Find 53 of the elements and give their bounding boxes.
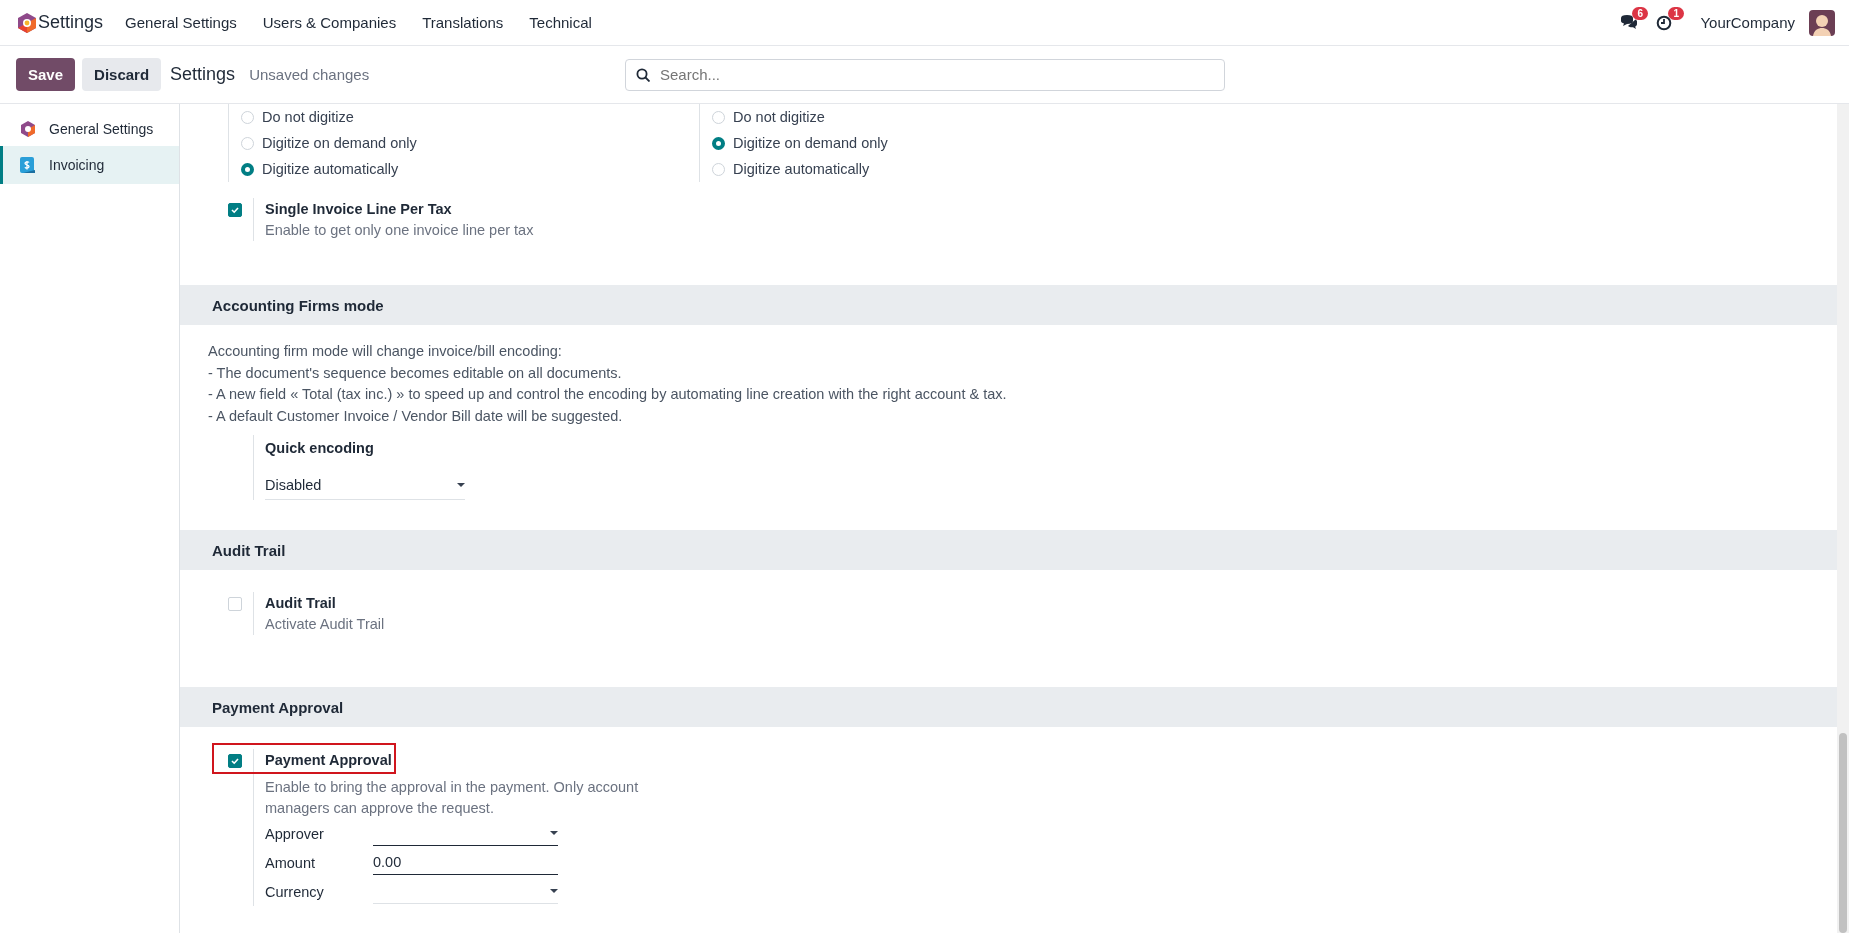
menu-item[interactable]: Users & Companies (260, 10, 399, 35)
menu-item[interactable]: General Settings (123, 10, 239, 35)
checkmark-icon (230, 756, 240, 766)
search-bar[interactable]: Search... (625, 58, 1225, 91)
field-label: Amount (265, 854, 316, 871)
caret-icon (550, 831, 558, 835)
input-field[interactable]: 0.00 (373, 850, 558, 875)
page-title: Settings (170, 64, 236, 85)
app-logo-icon[interactable] (16, 11, 38, 34)
search-icon (636, 67, 650, 82)
status-text: Unsaved changes (249, 66, 370, 83)
scrollbar[interactable] (1837, 104, 1849, 933)
menu-item[interactable]: Translations (420, 10, 506, 35)
scrollbar-thumb[interactable] (1839, 733, 1847, 933)
avatar-icon[interactable] (1809, 9, 1835, 36)
sidebar-item[interactable]: General Settings (0, 112, 179, 146)
setting-title: Audit Trail (265, 594, 337, 613)
note-text: - A new field « Total (tax inc.) » to speed up and control the encoding by automating line creation with the right account & tax. (208, 385, 1008, 404)
dropdown-field[interactable]: Disabled (265, 471, 465, 500)
sidebar-item[interactable]: Invoicing (0, 146, 179, 184)
invoice-icon (19, 156, 37, 174)
checkmark-icon (230, 205, 240, 215)
field-label: Approver (265, 825, 325, 842)
caret-icon (550, 889, 558, 893)
menu-item[interactable]: Technical (527, 10, 594, 35)
app-name[interactable]: Settings (38, 12, 104, 33)
checkbox[interactable] (228, 754, 242, 768)
setting-title: Single Invoice Line Per Tax (265, 200, 453, 219)
note-text: - A default Customer Invoice / Vendor Bill date will be suggested. (208, 406, 624, 426)
radio-option[interactable]: Do not digitize (712, 104, 1170, 130)
count-badge: 1 (1668, 6, 1685, 20)
radio-option[interactable]: Digitize on demand only (241, 130, 699, 156)
clock-icon[interactable] (1656, 14, 1673, 31)
field-label: Currency (265, 883, 325, 900)
setting-description: Enable to get only one invoice line per tax (265, 221, 534, 240)
setting-description: Enable to bring the approval in the payment. Only account managers can approve the request. (265, 778, 640, 818)
setting-title: Payment Approval (265, 751, 393, 770)
caret-icon (457, 483, 465, 487)
save-button[interactable]: Save (16, 58, 76, 91)
checkbox[interactable] (228, 203, 242, 217)
count-badge: 6 (1632, 7, 1649, 20)
note-text: Accounting firm mode will change invoice/bill encoding: (208, 342, 563, 361)
radio-option[interactable]: Do not digitize (241, 104, 699, 130)
radio-option[interactable]: Digitize on demand only (712, 130, 1170, 156)
hexagon-icon (19, 120, 37, 138)
note-text: - The document's sequence becomes editable on all documents. (208, 363, 623, 383)
setting-title: Quick encoding (265, 439, 375, 458)
setting-description: Activate Audit Trail (265, 615, 385, 634)
radio-option[interactable]: Digitize automatically (241, 156, 699, 182)
radio-option[interactable]: Digitize automatically (712, 156, 1170, 182)
company-name[interactable]: YourCompany (1700, 14, 1795, 31)
chat-icon[interactable] (1620, 15, 1639, 30)
discard-button[interactable]: Discard (82, 58, 162, 91)
